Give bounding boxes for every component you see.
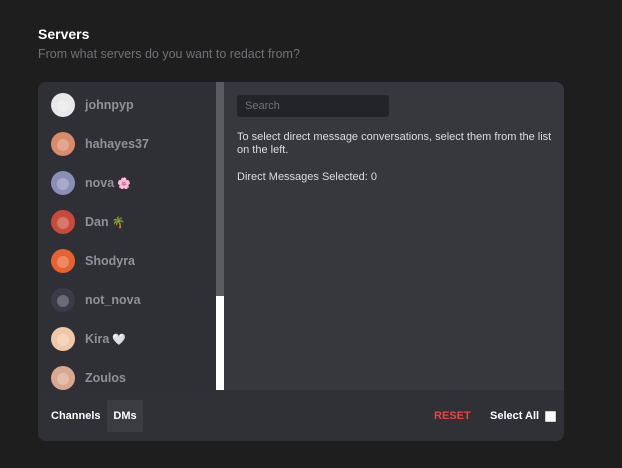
section-title: Servers [38,26,90,42]
list-item-label: not_nova [85,293,141,307]
tab-channels[interactable]: Channels [51,400,101,432]
cartoon-avatar-icon [51,210,75,234]
list-item-label: Dan 🌴 [85,215,126,229]
list-item-label: nova 🌸 [85,176,131,190]
select-all-label: Select All [490,410,540,422]
dm-list-scrollbar[interactable] [216,82,224,390]
main-content: Search To select direct message conversa… [237,95,553,183]
search-input[interactable]: Search [237,95,389,117]
panel-footer: Channels DMs RESET Select All [38,390,564,441]
select-all-toggle[interactable]: Select All [490,410,557,422]
list-item[interactable]: Shodyra [51,248,138,274]
list-item-label: johnpyp [85,98,134,112]
dm-list: johnpyp hahayes37 nova 🌸 Dan 🌴 Shodyra not… [38,82,216,390]
list-item-label: hahayes37 [85,137,149,151]
list-item[interactable]: hahayes37 [51,131,152,157]
photo-avatar-icon [51,132,75,156]
reset-button[interactable]: RESET [434,410,471,422]
person-avatar-icon [51,249,75,273]
face-avatar-icon [51,93,75,117]
section-subtitle: From what servers do you want to redact … [38,47,300,61]
info-text: To select direct message conversations, … [237,131,552,156]
section-header: Servers From what servers do you want to… [38,26,300,62]
list-item[interactable]: Kira 🤍 [51,326,126,352]
list-item[interactable]: nova 🌸 [51,170,131,196]
photo-avatar-icon [51,366,75,390]
scrollbar-thumb[interactable] [216,296,224,390]
anime-avatar-icon [51,171,75,195]
list-item-label: Zoulos [85,371,126,385]
list-item[interactable]: Dan 🌴 [51,209,125,235]
search-placeholder: Search [245,100,280,112]
tab-dms[interactable]: DMs [107,400,143,432]
list-item-label: Kira 🤍 [85,332,127,346]
list-item-label: Shodyra [85,254,136,268]
list-item[interactable]: Zoulos [51,365,129,391]
selected-count: Direct Messages Selected: 0 [237,171,378,183]
list-item[interactable]: not_nova [51,287,144,313]
anime-avatar-icon [51,288,75,312]
select-all-checkbox[interactable] [545,410,557,422]
redact-panel: johnpyp hahayes37 nova 🌸 Dan 🌴 Shodyra not… [38,82,564,441]
list-item[interactable]: johnpyp [51,92,137,118]
anime-avatar-icon [51,327,75,351]
